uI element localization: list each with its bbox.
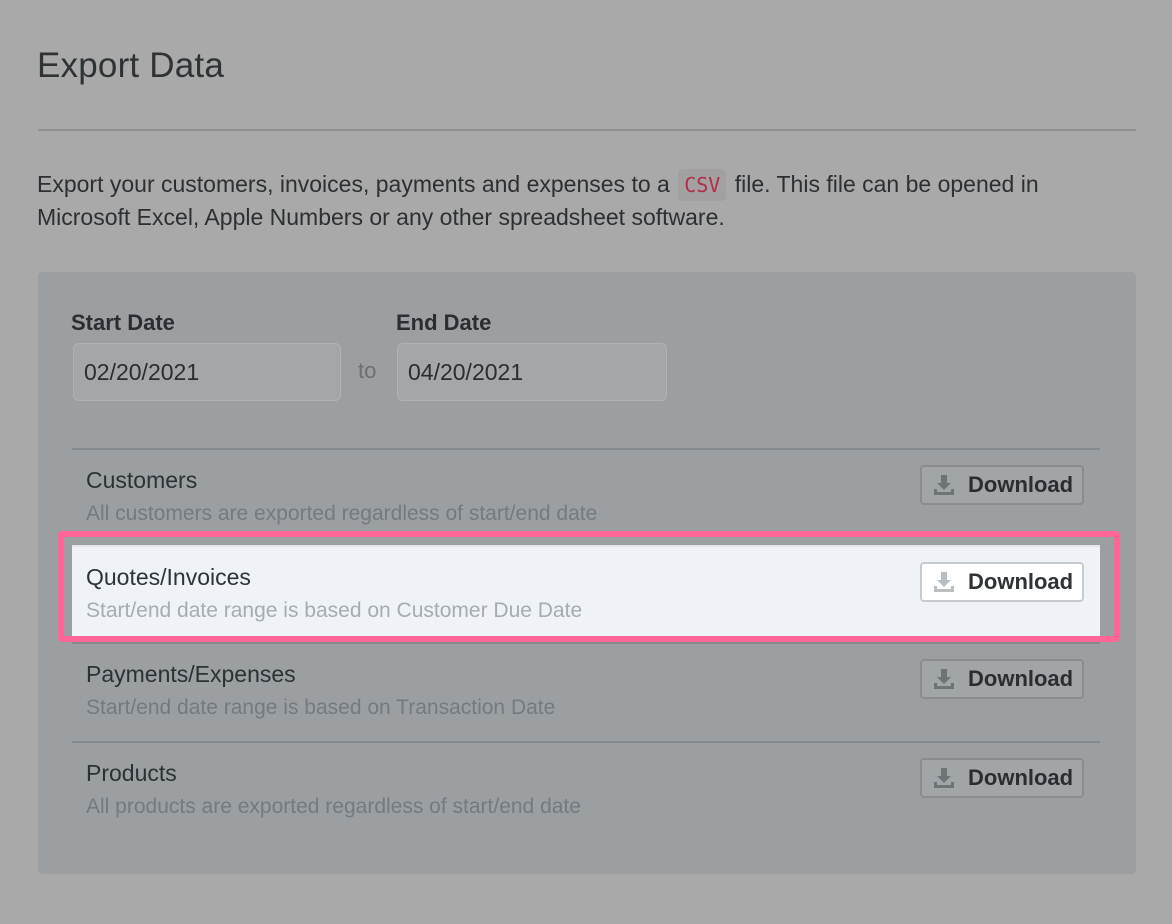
intro-text: Export your customers, invoices, payment… xyxy=(37,168,1137,234)
intro-text-start: Export your customers, invoices, payment… xyxy=(37,171,677,197)
export-row-title: Customers xyxy=(86,467,198,493)
export-row-customers: Customers All customers are exported reg… xyxy=(72,448,1100,545)
download-payments-expenses-button[interactable]: Download xyxy=(920,659,1084,699)
export-row-description: Start/end date range is based on Custome… xyxy=(86,599,583,622)
download-icon xyxy=(934,475,954,495)
export-row-payments-expenses: Payments/Expenses Start/end date range i… xyxy=(72,642,1100,739)
export-row-title: Quotes/Invoices xyxy=(86,564,251,590)
export-row-description: Start/end date range is based on Transac… xyxy=(86,696,556,719)
export-panel: Start Date to End Date Customers All cus… xyxy=(38,272,1136,874)
download-icon xyxy=(934,572,954,592)
download-button-label: Download xyxy=(968,765,1074,790)
csv-code: CSV xyxy=(678,169,727,201)
export-row-quotes-invoices: Quotes/Invoices Start/end date range is … xyxy=(72,545,1100,642)
to-label: to xyxy=(358,358,377,383)
export-row-title: Products xyxy=(86,760,177,786)
export-row-products: Products All products are exported regar… xyxy=(72,741,1100,838)
download-button-label: Download xyxy=(968,472,1074,497)
download-quotes-invoices-button[interactable]: Download xyxy=(920,562,1084,602)
start-date-label: Start Date xyxy=(71,310,175,335)
title-divider xyxy=(38,129,1136,131)
download-button-label: Download xyxy=(968,666,1074,691)
end-date-label: End Date xyxy=(396,310,492,335)
export-row-description: All customers are exported regardless of… xyxy=(86,502,598,525)
download-button-label: Download xyxy=(968,569,1074,594)
download-customers-button[interactable]: Download xyxy=(920,465,1084,505)
page-title: Export Data xyxy=(37,46,225,85)
export-row-description: All products are exported regardless of … xyxy=(86,795,581,818)
export-row-title: Payments/Expenses xyxy=(86,661,296,687)
download-products-button[interactable]: Download xyxy=(920,758,1084,798)
start-date-input[interactable] xyxy=(73,343,341,401)
download-icon xyxy=(934,768,954,788)
end-date-input[interactable] xyxy=(397,343,667,401)
download-icon xyxy=(934,669,954,689)
